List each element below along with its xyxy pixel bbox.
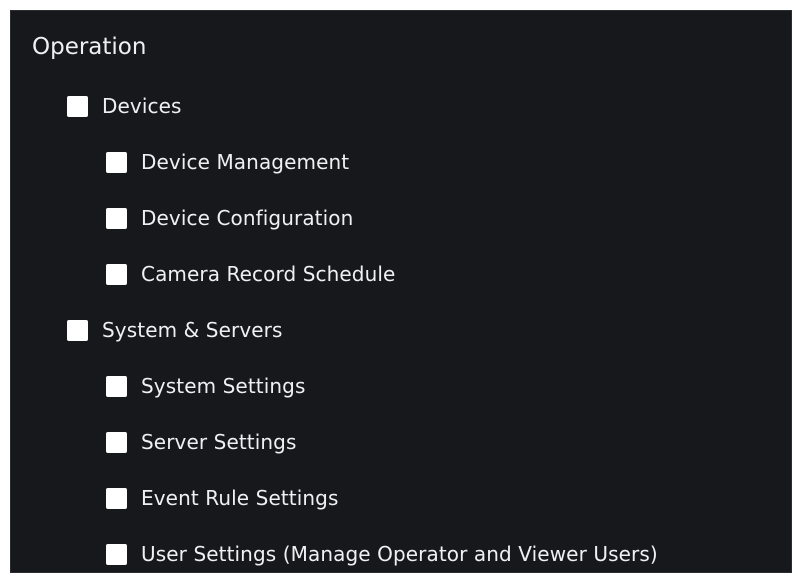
camera-record-schedule-checkbox[interactable] [106,263,127,285]
event-rule-settings-label: Event Rule Settings [141,486,339,510]
user-settings-checkbox[interactable] [106,543,127,565]
server-settings-label: Server Settings [141,430,297,454]
system-settings-checkbox[interactable] [106,375,127,397]
devices-checkbox-item[interactable]: Devices [67,89,182,123]
user-settings-label: User Settings (Manage Operator and Viewe… [141,542,658,566]
device-configuration-checkbox-item[interactable]: Device Configuration [106,201,353,235]
event-rule-settings-checkbox[interactable] [106,487,127,509]
system-servers-label: System & Servers [102,318,283,342]
system-servers-checkbox[interactable] [67,319,88,341]
server-settings-checkbox-item[interactable]: Server Settings [106,425,296,459]
system-servers-checkbox-item[interactable]: System & Servers [67,313,283,347]
system-settings-checkbox-item[interactable]: System Settings [106,369,305,403]
devices-checkbox[interactable] [67,95,88,117]
section-title: Operation [32,34,147,60]
permissions-panel: Operation Devices Device Management Devi… [10,10,792,573]
server-settings-checkbox[interactable] [106,431,127,453]
event-rule-settings-checkbox-item[interactable]: Event Rule Settings [106,481,338,515]
device-management-checkbox-item[interactable]: Device Management [106,145,349,179]
device-management-label: Device Management [141,150,350,174]
system-settings-label: System Settings [141,374,306,398]
device-management-checkbox[interactable] [106,151,127,173]
user-settings-checkbox-item[interactable]: User Settings (Manage Operator and Viewe… [106,537,658,571]
camera-record-schedule-label: Camera Record Schedule [141,262,396,286]
camera-record-schedule-checkbox-item[interactable]: Camera Record Schedule [106,257,395,291]
device-configuration-label: Device Configuration [141,206,354,230]
device-configuration-checkbox[interactable] [106,207,127,229]
devices-label: Devices [102,94,182,118]
